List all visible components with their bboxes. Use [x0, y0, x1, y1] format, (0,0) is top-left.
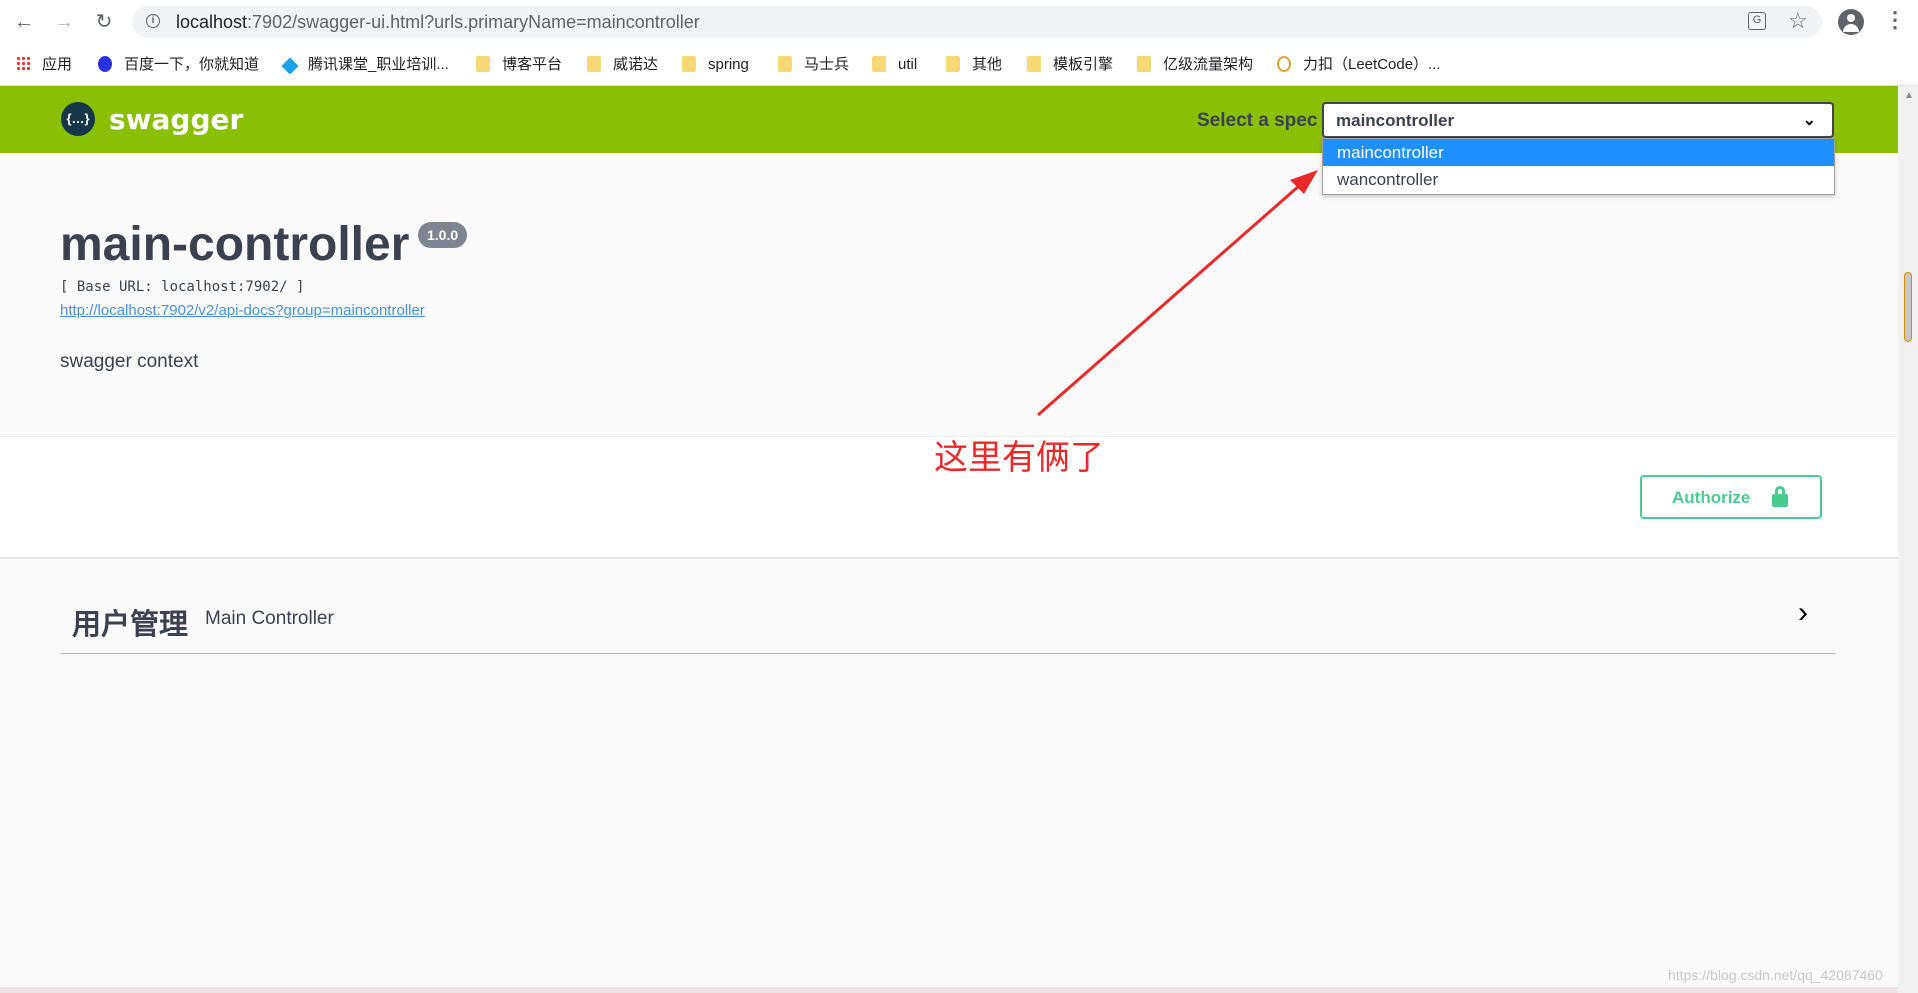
annotation-text: 这里有俩了 [934, 438, 1104, 478]
bottom-strip [0, 987, 1898, 993]
scroll-up-icon[interactable]: ▲ [1904, 90, 1914, 101]
scroll-thumb[interactable] [1904, 272, 1912, 342]
annotation-arrow [1037, 170, 1318, 417]
watermark: https://blog.csdn.net/qq_42087460 [1668, 967, 1883, 983]
scrollbar[interactable]: ▲ [1898, 86, 1918, 993]
annotation-arrow-line [1037, 176, 1309, 417]
